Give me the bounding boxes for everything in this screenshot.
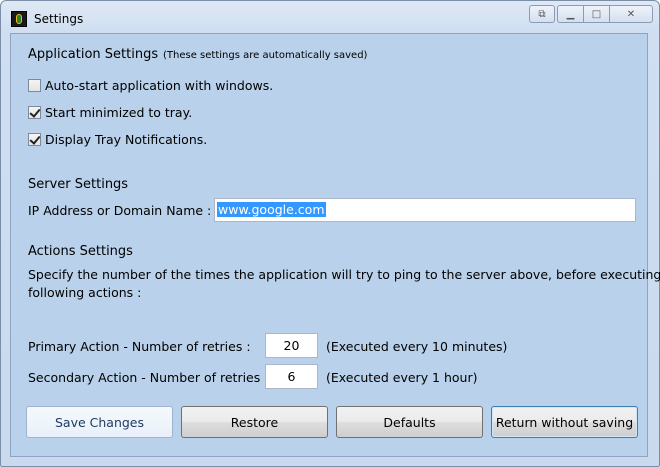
minimize-icon[interactable]: ▁ <box>557 5 583 23</box>
ip-address-value: www.google.com <box>217 202 326 217</box>
ip-address-label: IP Address or Domain Name : <box>28 203 212 218</box>
actions-settings-heading: Actions Settings <box>28 244 133 259</box>
defaults-button[interactable]: Defaults <box>336 406 483 438</box>
start-minimized-label[interactable]: Start minimized to tray. <box>45 105 192 120</box>
restore-button[interactable]: Restore <box>181 406 328 438</box>
tray-notifications-checkbox[interactable] <box>28 133 41 146</box>
secondary-retries-label: Secondary Action - Number of retries : <box>28 370 269 385</box>
secondary-retries-input[interactable]: 6 <box>265 364 318 389</box>
settings-window: Settings ⧉ ▁ □ ✕ Application Settings (T… <box>0 0 660 467</box>
window-title: Settings <box>34 12 84 26</box>
settings-panel: Application Settings (These settings are… <box>10 33 660 457</box>
close-icon[interactable]: ✕ <box>609 5 653 23</box>
secondary-interval-note: (Executed every 1 hour) <box>326 370 478 385</box>
actions-description-line1: Specify the number of the times the appl… <box>28 267 660 282</box>
auto-start-checkbox[interactable] <box>28 79 41 92</box>
primary-retries-label: Primary Action - Number of retries : <box>28 339 251 354</box>
return-without-saving-button[interactable]: Return without saving <box>491 406 638 438</box>
save-changes-button[interactable]: Save Changes <box>26 406 173 438</box>
actions-description-line2: following actions : <box>28 285 142 300</box>
title-bar[interactable]: Settings ⧉ ▁ □ ✕ <box>1 1 659 33</box>
primary-interval-note: (Executed every 10 minutes) <box>326 339 508 354</box>
maximize-icon[interactable]: □ <box>583 5 609 23</box>
application-settings-heading: Application Settings <box>28 47 159 62</box>
start-minimized-checkbox[interactable] <box>28 106 41 119</box>
window-controls: ⧉ ▁ □ ✕ <box>529 5 653 25</box>
auto-start-label[interactable]: Auto-start application with windows. <box>45 78 273 93</box>
primary-retries-input[interactable]: 20 <box>265 333 318 358</box>
app-icon[interactable] <box>11 11 27 27</box>
tray-notifications-label[interactable]: Display Tray Notifications. <box>45 132 207 147</box>
server-settings-heading: Server Settings <box>28 177 129 192</box>
restore-window-icon[interactable]: ⧉ <box>529 5 555 23</box>
auto-save-note: (These settings are automatically saved) <box>163 50 368 61</box>
ip-address-input[interactable]: www.google.com <box>214 198 636 222</box>
